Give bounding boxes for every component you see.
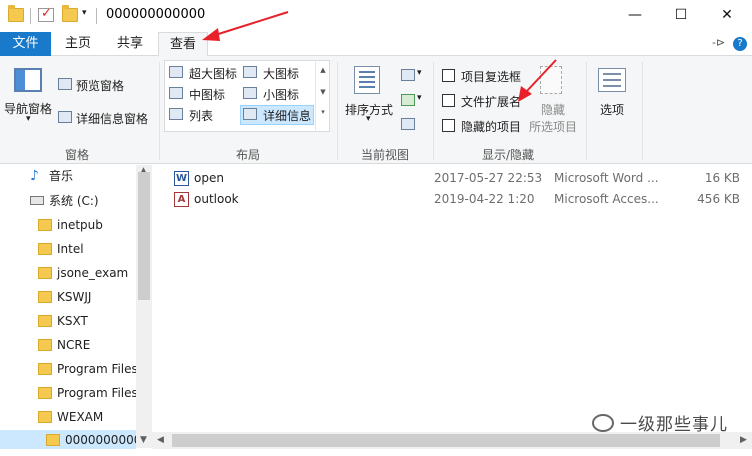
chevron-down-icon[interactable]: ▾ <box>26 114 31 124</box>
layout-details[interactable]: 详细信息 <box>263 107 311 124</box>
annotation-arrow <box>202 11 289 41</box>
maximize-button[interactable]: ☐ <box>658 0 704 30</box>
access-icon: A <box>174 192 189 207</box>
ribbon-tabs: 文件 主页 共享 查看 -⊳ ? <box>0 32 752 57</box>
annotation-arrow <box>518 59 557 102</box>
file-type: Microsoft Acces... <box>554 192 659 206</box>
hidden-items-label: 隐藏的项目 <box>461 120 522 134</box>
folder-icon <box>38 339 52 351</box>
music-icon: ♪ <box>30 168 39 184</box>
file-row-open[interactable]: W open 2017-05-27 22:53 Microsoft Word .… <box>152 168 752 189</box>
folder-icon <box>38 411 52 423</box>
group-label-panes: 窗格 <box>65 148 90 162</box>
divider <box>586 62 587 160</box>
options-icon <box>598 68 626 92</box>
layout-list[interactable]: 列表 <box>189 107 213 124</box>
details-icon <box>243 108 257 120</box>
options-button[interactable]: 选项 <box>600 101 624 118</box>
nav-scrollbar-thumb[interactable] <box>138 172 150 300</box>
window-title: 000000000000 <box>106 7 206 22</box>
list-icon <box>169 108 183 120</box>
chevron-down-icon[interactable]: ▾ <box>417 93 422 103</box>
group-label-layout: 布局 <box>236 148 261 162</box>
large-icons-icon <box>243 66 257 78</box>
folder-icon <box>38 387 52 399</box>
file-size: 456 KB <box>697 192 740 206</box>
customize-quick-access-icon[interactable]: ▾ <box>82 8 87 18</box>
file-row-outlook[interactable]: A outlook 2019-04-22 1:20 Microsoft Acce… <box>152 189 752 210</box>
layout-medium-icons[interactable]: 中图标 <box>189 86 225 103</box>
word-icon: W <box>174 171 189 186</box>
selected-items-label: 所选项目 <box>529 120 578 134</box>
minimize-button[interactable]: — <box>612 0 658 30</box>
divider <box>433 62 434 160</box>
divider <box>30 8 31 24</box>
status-bar <box>0 449 752 456</box>
title-bar: ✓ ▾ 000000000000 — ☐ ✕ <box>0 0 752 32</box>
folder-icon <box>38 243 52 255</box>
watermark-logo-icon <box>592 414 614 432</box>
nav-item-program-files[interactable]: Program Files <box>38 358 136 380</box>
file-name: open <box>194 171 224 185</box>
file-extensions-checkbox[interactable] <box>442 94 455 107</box>
preview-pane-icon <box>58 78 72 90</box>
scroll-right-icon[interactable]: ▶ <box>740 435 747 445</box>
size-columns-icon[interactable] <box>401 118 415 130</box>
sort-by-icon <box>354 66 380 94</box>
watermark: 一级那些事儿 <box>620 415 728 435</box>
details-pane-icon <box>58 111 72 123</box>
scroll-left-icon[interactable]: ◀ <box>157 435 164 445</box>
folder-icon <box>46 434 60 446</box>
tab-file[interactable]: 文件 <box>0 32 51 56</box>
ribbon: 导航窗格 ▾ 预览窗格 详细信息窗格 窗格 超大图标 大图标 中图标 小图标 列… <box>0 56 752 164</box>
folder-icon <box>8 5 24 22</box>
file-size: 16 KB <box>704 171 740 185</box>
new-folder-icon[interactable] <box>62 5 78 22</box>
small-icons-icon <box>243 87 257 99</box>
drive-icon <box>30 196 44 205</box>
file-type: Microsoft Word ... <box>554 171 659 185</box>
layout-large-icons[interactable]: 大图标 <box>263 65 299 82</box>
tab-share[interactable]: 共享 <box>108 32 152 56</box>
help-icon[interactable]: ? <box>733 37 747 51</box>
extra-large-icons-icon <box>169 66 183 78</box>
chevron-down-icon[interactable]: ▾ <box>417 68 422 78</box>
divider <box>96 8 97 24</box>
group-by-icon[interactable] <box>401 69 415 81</box>
add-columns-icon[interactable] <box>401 94 415 106</box>
layout-extra-large-icons[interactable]: 超大图标 <box>189 65 237 82</box>
item-checkboxes-checkbox[interactable] <box>442 69 455 82</box>
folder-icon <box>38 219 52 231</box>
group-label-show-hide: 显示/隐藏 <box>482 148 535 162</box>
file-date: 2019-04-22 1:20 <box>434 192 535 206</box>
divider <box>159 62 160 160</box>
pin-ribbon-icon[interactable]: -⊳ <box>712 36 725 49</box>
medium-icons-icon <box>169 87 183 99</box>
chevron-down-icon[interactable]: ▾ <box>366 114 371 124</box>
divider <box>337 62 338 160</box>
hidden-items-checkbox[interactable] <box>442 119 455 132</box>
layout-gallery-scrollbar[interactable]: ▲ ▼ ▾ <box>315 60 330 132</box>
nav-item-current-folder[interactable]: 0000000000 <box>46 429 136 451</box>
divider <box>642 62 643 160</box>
file-name: outlook <box>194 192 239 206</box>
layout-small-icons[interactable]: 小图标 <box>263 86 299 103</box>
details-pane-button[interactable]: 详细信息窗格 <box>76 110 148 127</box>
close-button[interactable]: ✕ <box>704 0 750 30</box>
preview-pane-button[interactable]: 预览窗格 <box>76 77 124 94</box>
nav-item-program-files-x86[interactable]: Program Files <box>38 382 136 404</box>
folder-icon <box>38 363 52 375</box>
tab-home[interactable]: 主页 <box>56 32 100 56</box>
file-date: 2017-05-27 22:53 <box>434 171 543 185</box>
horizontal-scrollbar-thumb[interactable] <box>172 434 720 447</box>
folder-icon <box>38 291 52 303</box>
group-label-current-view: 当前视图 <box>361 148 410 162</box>
folder-icon <box>38 267 52 279</box>
navigation-pane-icon <box>14 68 42 92</box>
scroll-down-icon[interactable]: ▼ <box>140 435 147 445</box>
folder-icon <box>38 315 52 327</box>
properties-icon[interactable]: ✓ <box>38 6 54 22</box>
